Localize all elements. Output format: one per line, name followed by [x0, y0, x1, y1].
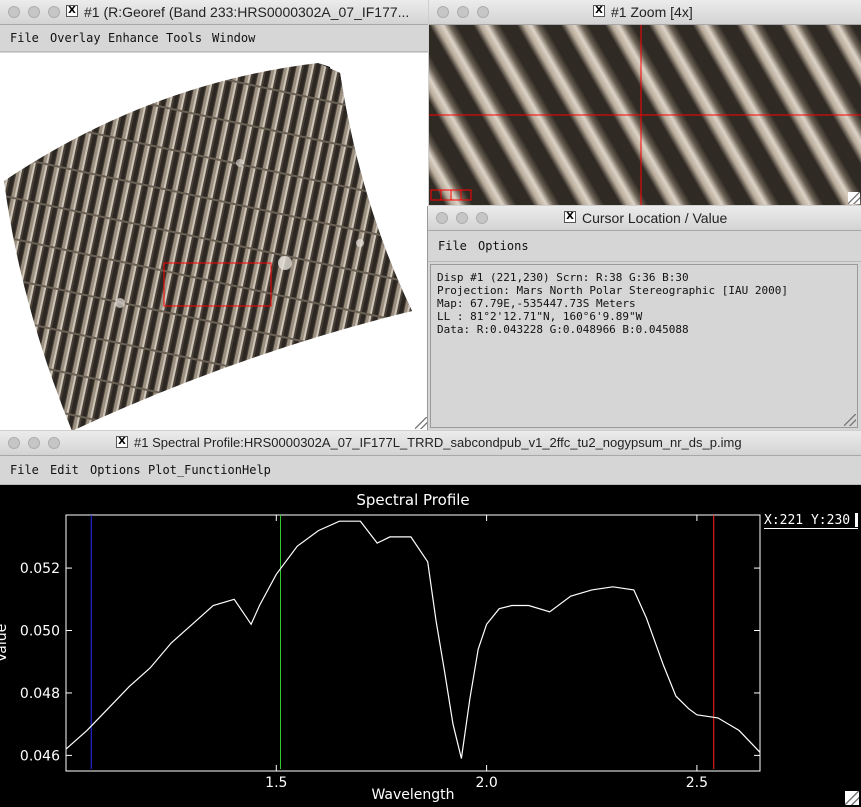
main-menubar: File Overlay Enhance Tools Window — [0, 25, 428, 52]
x-tick-label: 1.5 — [265, 775, 287, 791]
y-tick-label: 0.052 — [20, 561, 60, 577]
zoom-window-titlebar[interactable]: X #1 Zoom [4x] — [429, 0, 861, 25]
menu-overlay[interactable]: Overlay — [50, 31, 101, 45]
close-icon[interactable] — [8, 437, 20, 449]
y-tick-label: 0.050 — [20, 624, 60, 640]
y-tick-label: 0.048 — [20, 686, 60, 702]
resize-grip[interactable] — [415, 417, 427, 429]
cursor-window-titlebar[interactable]: X Cursor Location / Value — [428, 206, 861, 231]
menu-file[interactable]: File — [10, 463, 39, 477]
cursor-line-map: Map: 67.79E,-535447.73S Meters — [437, 297, 636, 310]
cursor-menubar: File Options — [428, 231, 861, 262]
maximize-icon[interactable] — [476, 212, 488, 224]
x11-icon: X — [116, 436, 128, 448]
maximize-icon[interactable] — [48, 6, 60, 18]
minimize-icon[interactable] — [28, 6, 40, 18]
menu-options[interactable]: Options — [90, 463, 141, 477]
menu-help[interactable]: Help — [242, 463, 271, 477]
main-window-titlebar[interactable]: X #1 (R:Georef (Band 233:HRS0000302A_07_… — [0, 0, 428, 25]
x-tick-label: 2.0 — [475, 775, 497, 791]
zoom-controls-icon[interactable] — [430, 189, 472, 201]
menu-tools[interactable]: Tools — [166, 31, 202, 45]
minimize-icon[interactable] — [457, 6, 469, 18]
x11-icon: X — [564, 211, 576, 223]
spectral-profile-window: X #1 Spectral Profile:HRS0000302A_07_IF1… — [0, 431, 861, 807]
y-tick-label: 0.046 — [20, 748, 60, 764]
menu-window[interactable]: Window — [212, 31, 255, 45]
cursor-info-text: Disp #1 (221,230) Scrn: R:38 G:36 B:30 Pr… — [437, 271, 788, 336]
x11-icon: X — [593, 5, 605, 17]
main-image-window: X #1 (R:Georef (Band 233:HRS0000302A_07_… — [0, 0, 428, 430]
cursor-location-window: X Cursor Location / Value File Options D… — [427, 206, 861, 430]
resize-grip[interactable] — [845, 791, 859, 805]
menu-options[interactable]: Options — [478, 239, 529, 253]
zoom-canvas[interactable] — [429, 25, 861, 205]
cursor-info-panel: Disp #1 (221,230) Scrn: R:38 G:36 B:30 Pr… — [430, 264, 858, 428]
minimize-icon[interactable] — [28, 437, 40, 449]
zoom-window-title: #1 Zoom [4x] — [611, 4, 693, 20]
cursor-window-title: Cursor Location / Value — [582, 210, 728, 226]
zoom-overlay — [429, 25, 861, 205]
close-icon[interactable] — [436, 212, 448, 224]
resize-grip[interactable] — [848, 192, 860, 204]
cursor-line-display: Disp #1 (221,230) Scrn: R:38 G:36 B:30 — [437, 271, 689, 284]
spectral-curve — [65, 520, 761, 759]
menu-file[interactable]: File — [438, 239, 467, 253]
menu-plot-function[interactable]: Plot_Function — [148, 463, 242, 477]
chart-title: Spectral Profile — [356, 491, 469, 509]
spectral-menubar: File Edit Options Plot_Function Help — [0, 456, 861, 485]
legend-box-edge — [855, 513, 858, 527]
resize-grip[interactable] — [844, 414, 856, 426]
maximize-icon[interactable] — [477, 6, 489, 18]
plot-area[interactable]: Spectral Profile Wavelength Value 1.5 2.0 2.5… — [0, 485, 861, 807]
menu-enhance[interactable]: Enhance — [108, 31, 159, 45]
cursor-line-latlon: LL : 81°2'12.71"N, 160°6'9.89"W — [437, 310, 643, 323]
main-window-title: #1 (R:Georef (Band 233:HRS0000302A_07_IF… — [84, 4, 410, 20]
close-icon[interactable] — [437, 6, 449, 18]
spectral-window-titlebar[interactable]: X #1 Spectral Profile:HRS0000302A_07_IF1… — [0, 431, 861, 456]
x11-icon: X — [66, 5, 78, 17]
legend-label: X:221 Y:230 — [764, 513, 859, 529]
image-canvas[interactable] — [0, 53, 428, 430]
x-tick-label: 2.5 — [686, 775, 708, 791]
y-axis-label: Value — [0, 624, 10, 662]
menu-edit[interactable]: Edit — [50, 463, 79, 477]
spectral-plot: Spectral Profile Wavelength Value 1.5 2.0 2.5… — [0, 491, 761, 803]
minimize-icon[interactable] — [456, 212, 468, 224]
cursor-line-projection: Projection: Mars North Polar Stereograph… — [437, 284, 788, 297]
spectral-window-title: #1 Spectral Profile:HRS0000302A_07_IF177… — [134, 435, 742, 450]
zoom-window: X #1 Zoom [4x] — [429, 0, 861, 205]
georef-image — [4, 63, 412, 430]
close-icon[interactable] — [8, 6, 20, 18]
maximize-icon[interactable] — [48, 437, 60, 449]
cursor-line-data: Data: R:0.043228 G:0.048966 B:0.045088 — [437, 323, 689, 336]
menu-file[interactable]: File — [10, 31, 39, 45]
x-axis-label: Wavelength — [371, 787, 454, 803]
